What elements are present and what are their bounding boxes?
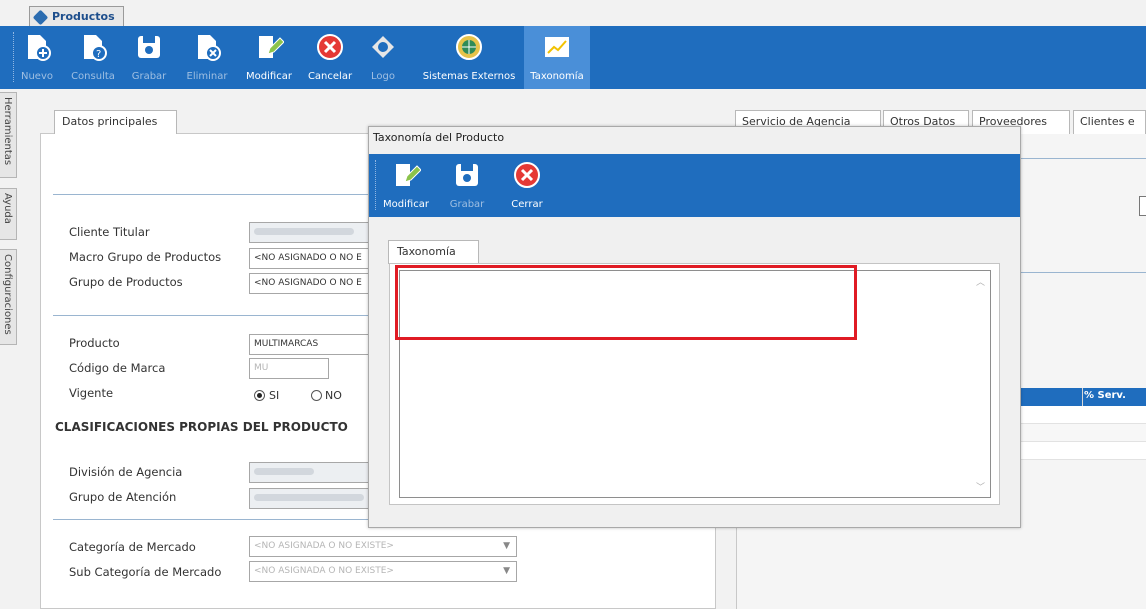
logo-button[interactable]: Logo <box>364 26 402 89</box>
grid-row[interactable] <box>1020 424 1146 442</box>
partial-checkbox[interactable] <box>1139 196 1146 216</box>
delete-doc-icon <box>198 35 221 61</box>
division-agencia-field[interactable] <box>249 462 374 483</box>
grid-row[interactable] <box>1020 406 1146 424</box>
vigente-label: Vigente <box>69 386 114 400</box>
side-tab-herramientas[interactable]: Herramientas <box>0 92 17 178</box>
new-doc-icon <box>28 35 51 61</box>
producto-input[interactable]: MULTIMARCAS <box>249 334 374 355</box>
vigente-no-label: NO <box>325 389 342 402</box>
query-doc-icon: ? <box>84 35 107 61</box>
blurred-value <box>254 468 314 475</box>
edit-doc-icon <box>396 164 421 186</box>
consulta-button[interactable]: ? Consulta <box>66 26 120 89</box>
modificar-button[interactable]: Modificar <box>240 26 298 89</box>
chart-icon <box>545 37 569 57</box>
grupo-atencion-label: Grupo de Atención <box>69 490 177 504</box>
svg-text:?: ? <box>96 49 101 60</box>
categoria-mercado-select[interactable]: <NO ASIGNADA O NO EXISTE> ▼ <box>249 536 517 557</box>
logo-icon <box>372 36 394 58</box>
producto-label: Producto <box>69 336 120 350</box>
dialog-cerrar-button[interactable]: Cerrar <box>505 154 549 217</box>
edit-doc-icon <box>259 36 284 58</box>
vigente-si-label: SI <box>269 389 280 402</box>
grid-header-serv: % Serv. <box>1084 390 1126 401</box>
vigente-si-radio[interactable] <box>254 390 265 401</box>
categoria-mercado-label: Categoría de Mercado <box>69 540 196 554</box>
section-title: CLASIFICACIONES PROPIAS DEL PRODUCTO <box>55 420 348 434</box>
divider <box>53 194 383 195</box>
window-tab-productos[interactable]: Productos <box>29 6 124 28</box>
divider <box>1020 158 1146 159</box>
scroll-down-icon[interactable]: ﹀ <box>976 480 985 493</box>
product-tag-icon <box>32 9 49 26</box>
grabar-button[interactable]: Grabar <box>128 26 170 89</box>
grupo-productos-select[interactable]: <NO ASIGNADO O NO E <box>249 273 374 294</box>
dialog-toolbar: Modificar Grabar Cerrar <box>369 154 1020 217</box>
macro-grupo-label: Macro Grupo de Productos <box>69 250 222 264</box>
highlight-box <box>395 265 857 340</box>
tab-datos-principales[interactable]: Datos principales <box>54 110 177 134</box>
nuevo-button[interactable]: Nuevo <box>17 26 57 89</box>
toolbar-grip <box>375 160 377 210</box>
subcategoria-mercado-label: Sub Categoría de Mercado <box>69 565 222 579</box>
main-toolbar: Nuevo ? Consulta Grabar Eliminar Modific… <box>0 26 1146 89</box>
divider <box>1020 272 1146 273</box>
taxonomia-button[interactable]: Taxonomía <box>524 26 590 89</box>
sistemas-externos-button[interactable]: Sistemas Externos <box>417 26 521 89</box>
save-icon <box>456 164 478 186</box>
dialog-grabar-button[interactable]: Grabar <box>447 154 487 217</box>
cancelar-button[interactable]: Cancelar <box>303 26 357 89</box>
tab-taxonomia[interactable]: Taxonomía <box>388 240 479 264</box>
divider <box>53 315 383 316</box>
cliente-titular-label: Cliente Titular <box>69 225 150 239</box>
close-icon <box>514 162 540 188</box>
blurred-value <box>254 494 364 501</box>
window-tab-strip <box>0 0 1146 26</box>
codigo-marca-input[interactable]: MU <box>249 358 329 379</box>
save-icon <box>138 36 160 58</box>
grid-header <box>1020 388 1146 406</box>
toolbar-grip <box>13 32 15 82</box>
eliminar-button[interactable]: Eliminar <box>182 26 232 89</box>
side-tab-configuraciones[interactable]: Configuraciones <box>0 249 17 345</box>
grupo-atencion-field[interactable] <box>249 488 374 509</box>
subcategoria-mercado-select[interactable]: <NO ASIGNADA O NO EXISTE> ▼ <box>249 561 517 582</box>
dialog-title: Taxonomía del Producto <box>373 131 505 144</box>
grid-row[interactable] <box>1020 442 1146 460</box>
blurred-value <box>254 228 354 235</box>
globe-icon <box>456 34 482 60</box>
side-tab-ayuda[interactable]: Ayuda <box>0 188 17 240</box>
macro-grupo-select[interactable]: <NO ASIGNADO O NO E <box>249 248 374 269</box>
cliente-titular-field[interactable] <box>249 222 374 243</box>
scroll-up-icon[interactable]: ︿ <box>976 275 985 288</box>
chevron-down-icon: ▼ <box>503 566 510 576</box>
chevron-down-icon: ▼ <box>503 541 510 551</box>
cancel-icon <box>317 34 343 60</box>
tab-clientes[interactable]: Clientes e <box>1073 110 1146 134</box>
division-agencia-label: División de Agencia <box>69 465 183 479</box>
vigente-no-radio[interactable] <box>311 390 322 401</box>
codigo-marca-label: Código de Marca <box>69 361 166 375</box>
dialog-modificar-button[interactable]: Modificar <box>381 154 431 217</box>
grupo-productos-label: Grupo de Productos <box>69 275 183 289</box>
